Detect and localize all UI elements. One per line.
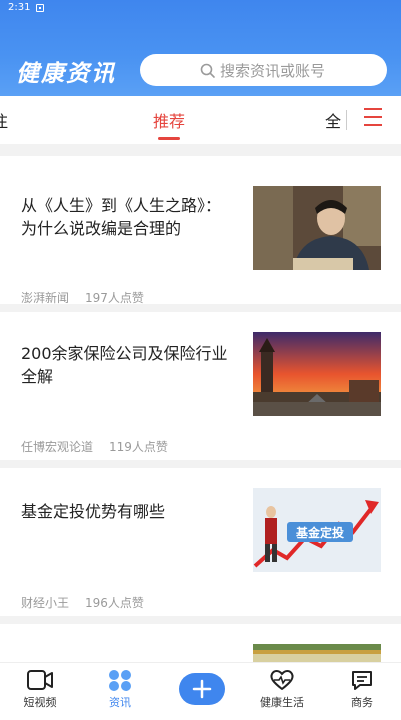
article-source: 任博宏观论道 <box>21 440 94 454</box>
article-likes: 197人点赞 <box>85 291 144 305</box>
tab-recommend[interactable]: 推荐 <box>153 108 185 132</box>
plus-icon <box>192 679 212 699</box>
article-source: 澎湃新闻 <box>21 291 70 305</box>
article-meta: 财经小王 196人点赞 <box>21 594 144 611</box>
article-meta: 澎湃新闻 197人点赞 <box>21 289 144 306</box>
message-icon <box>352 671 372 690</box>
article-source: 财经小王 <box>21 596 70 610</box>
tab-all[interactable]: 全 <box>325 108 341 132</box>
article-card[interactable]: 基金定投优势有哪些 财经小王 196人点赞 基金定投 <box>0 468 401 616</box>
app-brand: 健康资讯 <box>16 61 116 87</box>
article-thumbnail <box>253 332 381 416</box>
article-card[interactable]: 200余家保险公司及保险行业全解 任博宏观论道 119人点赞 <box>0 312 401 460</box>
article-title: 基金定投优势有哪些 <box>21 502 166 521</box>
article-thumbnail <box>253 186 381 270</box>
tab-divider <box>346 110 347 130</box>
nav-short-video[interactable]: 短视频 <box>5 669 75 710</box>
app-header: 2:31 健康资讯 搜索资讯或账号 <box>0 0 401 96</box>
article-title: 从《人生》到《人生之路》：为什么说改编是合理的 <box>21 196 222 238</box>
nav-news[interactable]: 资讯 <box>85 669 155 710</box>
article-likes: 196人点赞 <box>85 596 144 610</box>
search-input[interactable]: 搜索资讯或账号 <box>140 54 387 86</box>
nav-label-short-video: 短视频 <box>23 696 57 709</box>
add-button[interactable] <box>179 673 225 705</box>
search-placeholder: 搜索资讯或账号 <box>220 61 326 80</box>
article-meta: 任博宏观论道 119人点赞 <box>21 438 168 455</box>
notification-icon <box>36 3 45 12</box>
category-tabs: 注 推荐 全 <box>0 96 401 144</box>
article-card[interactable]: 从《人生》到《人生之路》：为什么说改编是合理的 澎湃新闻 197人点赞 <box>0 156 401 306</box>
article-likes: 119人点赞 <box>109 440 168 454</box>
nav-label-news: 资讯 <box>109 696 131 709</box>
thumbnail-caption: 基金定投 <box>295 525 344 540</box>
article-thumbnail: 基金定投 <box>253 488 381 572</box>
video-icon <box>27 670 53 690</box>
nav-label-business: 商务 <box>351 696 373 709</box>
search-icon <box>200 63 215 78</box>
heart-pulse-icon <box>270 670 294 690</box>
article-title: 200余家保险公司及保险行业全解 <box>21 344 228 386</box>
grid-icon <box>109 670 131 691</box>
status-bar: 2:31 <box>8 2 45 13</box>
bottom-navigation: 短视频 资讯 健康生活 商务 <box>0 662 401 720</box>
menu-icon[interactable] <box>364 108 382 128</box>
nav-label-health-life: 健康生活 <box>260 696 304 709</box>
nav-business[interactable]: 商务 <box>327 669 397 710</box>
nav-health-life[interactable]: 健康生活 <box>247 669 317 710</box>
tab-following[interactable]: 注 <box>0 108 8 132</box>
status-time: 2:31 <box>8 2 31 13</box>
active-tab-indicator <box>158 137 180 140</box>
